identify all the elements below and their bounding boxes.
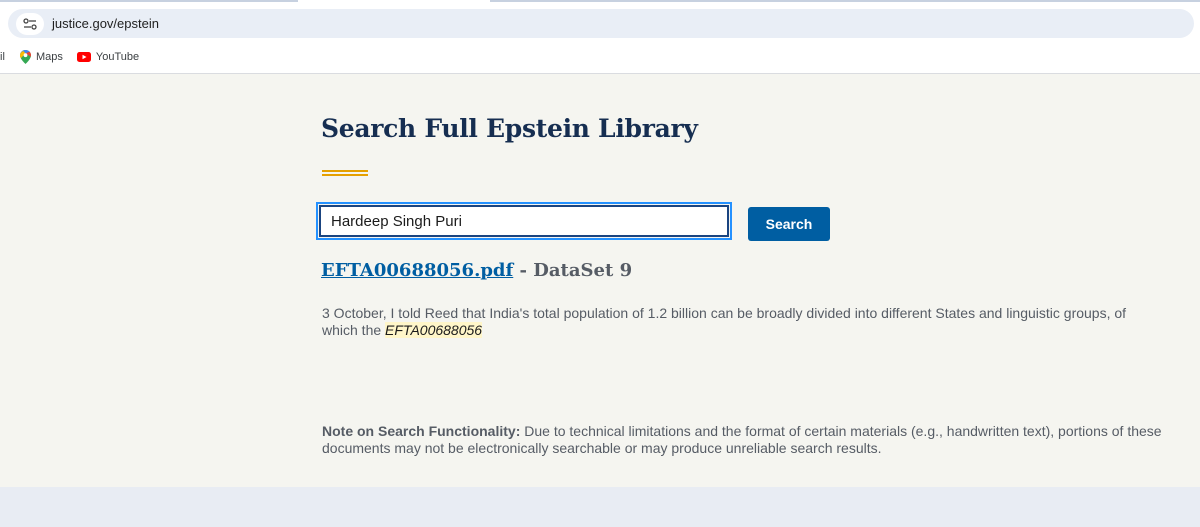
browser-window: justice.gov/epstein il Maps YouTube Sear… (0, 0, 1200, 527)
title-accent-rule (322, 170, 368, 176)
search-input[interactable] (316, 202, 732, 240)
result-snippet-highlight: EFTA00688056 (385, 322, 483, 338)
result-dataset: DataSet 9 (533, 260, 633, 281)
tab-edge-left (0, 0, 298, 2)
page-title: Search Full Epstein Library (321, 114, 698, 143)
bookmarks-bar: il Maps YouTube (0, 40, 1200, 74)
bookmark-maps[interactable]: Maps (20, 49, 63, 64)
tune-icon (23, 17, 37, 30)
bookmark-maps-label: Maps (36, 50, 63, 63)
youtube-icon (76, 51, 91, 62)
tab-strip (0, 0, 1200, 8)
toolbar: justice.gov/epstein (0, 8, 1200, 40)
search-note: Note on Search Functionality: Due to tec… (322, 423, 1162, 457)
bookmark-youtube-label: YouTube (95, 50, 140, 63)
tab-edge-right (490, 0, 1200, 2)
result-separator: - (513, 260, 534, 281)
result-heading: EFTA00688056.pdf - DataSet 9 (321, 260, 632, 281)
site-info-button[interactable] (16, 12, 44, 35)
url-text[interactable]: justice.gov/epstein (52, 16, 159, 31)
address-bar[interactable]: justice.gov/epstein (8, 9, 1194, 38)
search-button[interactable]: Search (748, 207, 830, 241)
maps-pin-icon (20, 49, 31, 64)
page-content: Search Full Epstein Library Search EFTA0… (0, 74, 1200, 487)
result-snippet: 3 October, I told Reed that India's tota… (322, 305, 1162, 339)
result-file-link[interactable]: EFTA00688056.pdf (321, 260, 513, 281)
search-note-label: Note on Search Functionality: (322, 423, 521, 439)
footer-band (0, 487, 1200, 527)
bookmark-clipped[interactable]: il (0, 51, 6, 63)
bookmark-youtube[interactable]: YouTube (76, 50, 140, 63)
